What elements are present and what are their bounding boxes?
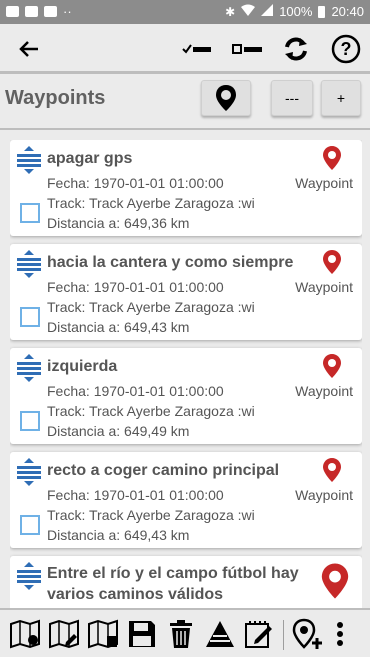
header-divider — [0, 128, 370, 130]
page-title: Waypoints — [5, 87, 106, 109]
wifi-icon — [241, 4, 256, 19]
map-edit-icon[interactable] — [48, 618, 80, 650]
battery-icon — [318, 5, 326, 18]
signal-icon — [261, 4, 274, 19]
waypoint-distance: Distancia a: 649,49 km — [47, 423, 190, 439]
location-pin-icon[interactable] — [322, 249, 342, 275]
more-notifications-dots: ·· — [63, 4, 72, 19]
waypoint-name: hacia la cantera y como siempre — [47, 254, 294, 271]
location-pin-icon — [216, 85, 236, 111]
waypoint-date: Fecha: 1970-01-01 01:00:00 — [47, 383, 224, 399]
drag-handle-icon[interactable] — [16, 458, 42, 486]
add-waypoint-icon[interactable] — [291, 618, 323, 650]
waypoint-track: Track: Track Ayerbe Zaragoza :wi — [47, 195, 255, 211]
waypoint-track: Track: Track Ayerbe Zaragoza :wi — [47, 403, 255, 419]
back-arrow-icon[interactable] — [14, 34, 44, 64]
waypoint-distance: Distancia a: 649,43 km — [47, 319, 190, 335]
waypoint-distance: Distancia a: 649,43 km — [47, 527, 190, 543]
expand-all-button[interactable]: + — [321, 80, 361, 116]
trash-icon[interactable] — [165, 618, 197, 650]
location-pin-icon[interactable] — [322, 457, 342, 483]
waypoint-card[interactable]: izquierda Fecha: 1970-01-01 01:00:00 Tra… — [10, 348, 362, 444]
select-all-icon[interactable] — [181, 34, 211, 64]
waypoint-card[interactable]: Entre el río y el campo fútbol hay vario… — [10, 556, 362, 608]
waypoint-date: Fecha: 1970-01-01 01:00:00 — [47, 279, 224, 295]
title-row: Waypoints --- + — [0, 77, 370, 127]
notification-photo-icon — [44, 6, 57, 17]
overflow-menu-icon[interactable] — [328, 618, 352, 650]
notification-image-icon — [6, 6, 19, 17]
collapse-all-button[interactable]: --- — [271, 80, 313, 116]
waypoint-type: Waypoint — [295, 487, 353, 503]
notification-message-icon — [25, 6, 38, 17]
battery-percent: 100% — [279, 4, 313, 19]
toolbar-separator — [283, 620, 284, 650]
app-bar: ? — [0, 24, 370, 74]
waypoint-type: Waypoint — [295, 279, 353, 295]
svg-text:?: ? — [341, 39, 352, 59]
deselect-all-icon[interactable] — [231, 34, 262, 64]
waypoint-name: izquierda — [47, 358, 118, 375]
waypoint-type: Waypoint — [295, 383, 353, 399]
clock: 20:40 — [331, 4, 364, 19]
waypoint-checkbox[interactable] — [20, 307, 40, 327]
waypoint-checkbox[interactable] — [20, 203, 40, 223]
location-pin-icon[interactable] — [322, 353, 342, 379]
waypoint-date: Fecha: 1970-01-01 01:00:00 — [47, 175, 224, 191]
waypoint-card[interactable]: hacia la cantera y como siempre Fecha: 1… — [10, 244, 362, 340]
waypoint-card[interactable]: recto a coger camino principal Fecha: 19… — [10, 452, 362, 548]
location-pin-icon[interactable] — [320, 562, 350, 600]
waypoint-card[interactable]: apagar gps Fecha: 1970-01-01 01:00:00 Tr… — [10, 140, 362, 236]
edit-note-icon[interactable] — [243, 618, 275, 650]
bluetooth-icon: ✱ — [225, 4, 236, 19]
map-export-icon[interactable] — [87, 618, 119, 650]
waypoint-list[interactable]: apagar gps Fecha: 1970-01-01 01:00:00 Tr… — [10, 140, 362, 608]
waypoint-distance: Distancia a: 649,36 km — [47, 215, 190, 231]
waypoint-date: Fecha: 1970-01-01 01:00:00 — [47, 487, 224, 503]
waypoint-checkbox[interactable] — [20, 515, 40, 535]
elevation-icon[interactable] — [204, 618, 236, 650]
waypoint-name: recto a coger camino principal — [47, 462, 280, 479]
drag-handle-icon[interactable] — [16, 250, 42, 278]
waypoint-checkbox[interactable] — [20, 411, 40, 431]
waypoint-name: Entre el río y el campo fútbol hay vario… — [47, 565, 299, 603]
help-icon[interactable]: ? — [331, 34, 361, 64]
waypoint-type: Waypoint — [295, 175, 353, 191]
map-location-button[interactable] — [201, 80, 251, 116]
status-bar: ·· ✱ 100% 20:40 — [0, 0, 370, 24]
bottom-toolbar — [0, 608, 370, 657]
map-route-icon[interactable] — [9, 618, 41, 650]
save-icon[interactable] — [126, 618, 158, 650]
location-pin-icon[interactable] — [322, 145, 342, 171]
waypoint-track: Track: Track Ayerbe Zaragoza :wi — [47, 299, 255, 315]
waypoint-name: apagar gps — [47, 150, 133, 167]
sync-icon[interactable] — [281, 34, 311, 64]
drag-handle-icon[interactable] — [16, 354, 42, 382]
waypoint-track: Track: Track Ayerbe Zaragoza :wi — [47, 507, 255, 523]
drag-handle-icon[interactable] — [16, 562, 42, 590]
drag-handle-icon[interactable] — [16, 146, 42, 174]
